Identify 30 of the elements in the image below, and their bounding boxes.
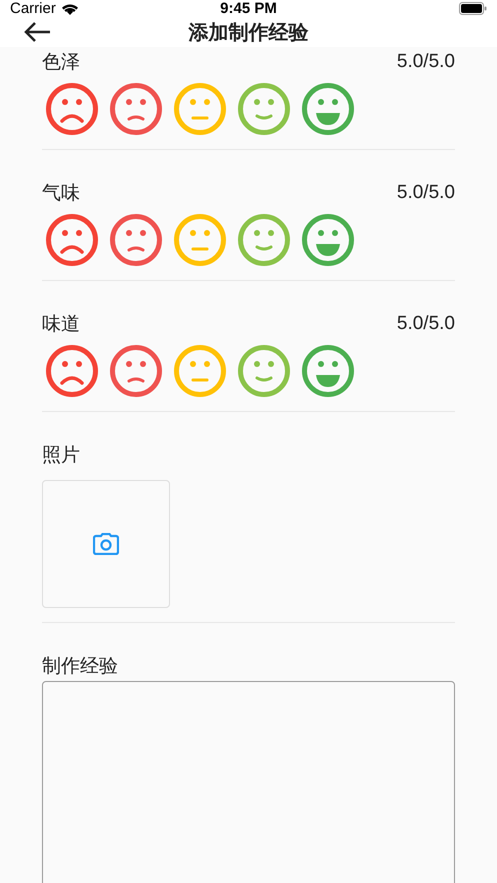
rating-score: 5.0/5.0 bbox=[396, 182, 455, 204]
frown-face-icon[interactable] bbox=[110, 83, 162, 135]
experience-field[interactable] bbox=[42, 681, 455, 883]
page-title: 添加制作经验 bbox=[188, 18, 308, 46]
smile-face-icon[interactable] bbox=[238, 214, 290, 266]
rating-label: 色泽 bbox=[42, 50, 80, 75]
laughing-face-icon[interactable] bbox=[302, 83, 354, 135]
rating-score: 5.0/5.0 bbox=[396, 51, 455, 73]
sad-face-icon[interactable] bbox=[46, 214, 98, 266]
experience-label: 制作经验 bbox=[42, 654, 119, 679]
frown-face-icon[interactable] bbox=[110, 214, 162, 266]
photo-label: 照片 bbox=[42, 443, 81, 468]
camera-icon bbox=[93, 533, 119, 555]
neutral-face-icon[interactable] bbox=[174, 214, 226, 266]
battery-icon bbox=[459, 2, 487, 15]
sad-face-icon[interactable] bbox=[46, 345, 98, 397]
rating-score: 5.0/5.0 bbox=[396, 313, 455, 335]
smile-face-icon[interactable] bbox=[238, 345, 290, 397]
sad-face-icon[interactable] bbox=[46, 83, 98, 135]
neutral-face-icon[interactable] bbox=[174, 83, 226, 135]
rating-label: 气味 bbox=[42, 181, 80, 206]
clock-time: 9:45 PM bbox=[220, 0, 277, 17]
neutral-face-icon[interactable] bbox=[174, 345, 226, 397]
carrier-name: Carrier bbox=[10, 0, 56, 17]
wifi-icon bbox=[60, 2, 79, 15]
smile-face-icon[interactable] bbox=[238, 83, 290, 135]
laughing-face-icon[interactable] bbox=[302, 345, 354, 397]
frown-face-icon[interactable] bbox=[110, 345, 162, 397]
laughing-face-icon[interactable] bbox=[302, 214, 354, 266]
rating-label: 味道 bbox=[42, 312, 80, 337]
